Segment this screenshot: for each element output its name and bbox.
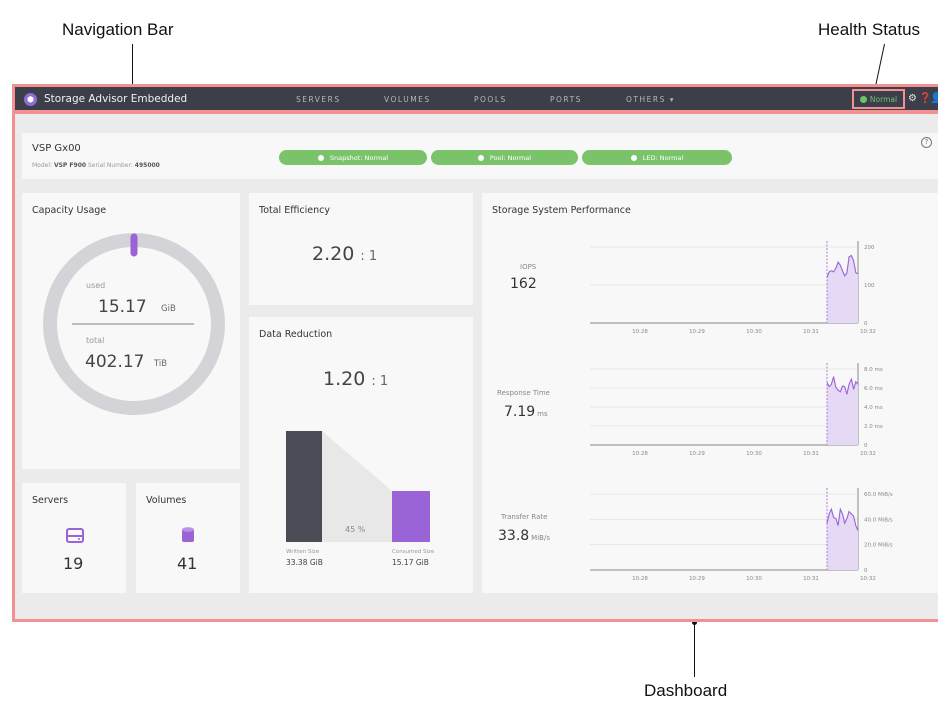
callout-navigation-bar: Navigation Bar	[62, 20, 174, 39]
callout-health-status: Health Status	[818, 20, 921, 39]
health-status-frame	[852, 89, 905, 109]
callout-dashboard-line	[694, 622, 695, 677]
callout-navigation-bar-line	[132, 44, 133, 88]
callout-dashboard: Dashboard	[644, 681, 728, 700]
navigation-bar-frame	[12, 84, 938, 114]
callout-health-status-line	[874, 43, 885, 90]
dashboard-frame	[12, 110, 938, 622]
